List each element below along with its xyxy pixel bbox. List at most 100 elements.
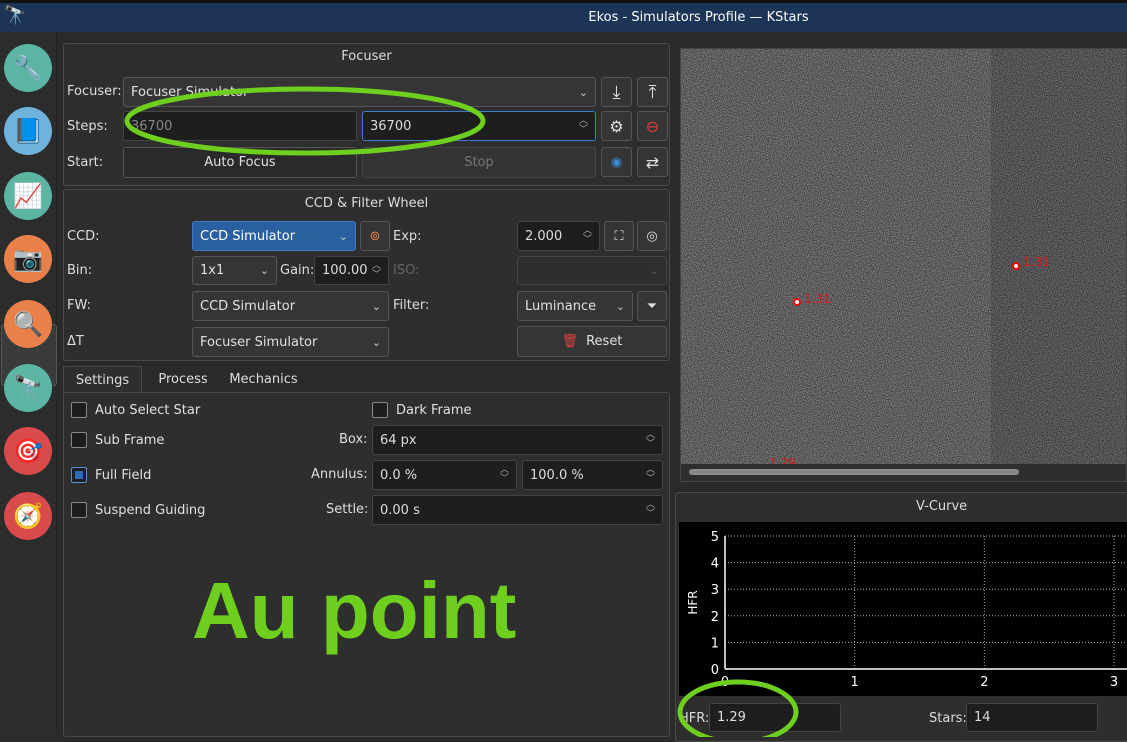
setup-tools-icon[interactable]: 🔧: [4, 44, 52, 92]
chevron-down-icon: ⌄: [338, 229, 348, 243]
bin-value: 1x1: [200, 263, 225, 278]
ccd-label: CCD:: [67, 229, 100, 244]
y-axis-label: HFR: [686, 590, 700, 614]
bin-label: Bin:: [67, 263, 93, 278]
annulus-outer-spinbox[interactable]: 100.0 % ︿ ﹀: [522, 460, 663, 490]
view-options-button[interactable]: ◎: [637, 221, 667, 251]
focuser-select[interactable]: Focuser Simulator ⌄: [123, 77, 596, 107]
settle-value: 0.00 s: [380, 502, 420, 518]
spin-arrows-icon[interactable]: ︿ ﹀: [579, 117, 588, 135]
checkbox-box[interactable]: [71, 402, 87, 418]
gain-value: 100.00: [322, 263, 368, 278]
ccd-select[interactable]: CCD Simulator ⌄: [192, 221, 356, 251]
hfr-value-field: 1.29: [709, 703, 841, 732]
checkbox-box-checked[interactable]: [71, 467, 87, 483]
auto-select-star-checkbox[interactable]: Auto Select Star: [71, 402, 200, 418]
analyze-chart-icon[interactable]: 📈: [4, 172, 52, 220]
ccd-options-button[interactable]: ⊚: [360, 221, 390, 251]
frame-button[interactable]: ⛶: [604, 221, 634, 251]
guide-compass-icon[interactable]: 🧭: [4, 492, 52, 540]
annotation-au-point: Au point: [192, 566, 517, 655]
iso-label: ISO:: [393, 263, 420, 278]
capture-frame-button[interactable]: ◉: [601, 147, 632, 177]
filter-select[interactable]: Luminance ⌄: [517, 291, 633, 321]
delta-t-label: ΔT: [67, 334, 84, 349]
scrollbar-thumb[interactable]: [689, 469, 1019, 475]
full-field-checkbox[interactable]: Full Field: [71, 467, 151, 483]
checkbox-box[interactable]: [372, 402, 388, 418]
settle-spinbox[interactable]: 0.00 s ︿ ﹀: [372, 495, 663, 525]
filter-label: Filter:: [393, 298, 430, 313]
horizontal-scrollbar[interactable]: [681, 464, 1126, 481]
focuser-label: Focuser:: [67, 84, 122, 99]
title-bar: 🔭 Ekos - Simulators Profile — KStars: [0, 0, 1127, 32]
suspend-guiding-checkbox[interactable]: Suspend Guiding: [71, 502, 205, 518]
camera-icon: ◉: [610, 154, 623, 170]
mount-tripod-icon[interactable]: 🔭: [4, 364, 52, 412]
loop-button[interactable]: ⇄: [637, 147, 668, 177]
focuser-value: Focuser Simulator: [131, 84, 249, 100]
y-tick-label: 0: [711, 663, 719, 678]
sub-frame-checkbox[interactable]: Sub Frame: [71, 432, 164, 448]
spin-arrows-icon[interactable]: ︿ ﹀: [646, 431, 655, 449]
stop-button[interactable]: Stop: [362, 147, 596, 178]
filter-value: Luminance: [525, 298, 597, 314]
chart-background: [679, 522, 1127, 696]
star-hfr-label: 1.31: [1023, 255, 1050, 269]
box-size-spinbox[interactable]: 64 px ︿ ﹀: [372, 425, 663, 455]
y-tick-label: 2: [711, 610, 719, 625]
align-target-icon[interactable]: 🎯: [4, 427, 52, 475]
bin-select[interactable]: 1x1 ⌄: [192, 256, 277, 285]
full-field-label: Full Field: [95, 467, 152, 483]
dark-frame-label: Dark Frame: [396, 402, 472, 418]
annulus-inner-spinbox[interactable]: 0.0 % ︿ ﹀: [372, 460, 517, 490]
star-marker[interactable]: [793, 298, 801, 306]
x-tick-label: 0: [721, 675, 729, 690]
spin-arrows-icon[interactable]: ︿ ﹀: [583, 227, 592, 245]
filter-wheel-select[interactable]: CCD Simulator ⌄: [192, 291, 389, 321]
ccd-group-title: CCD & Filter Wheel: [304, 196, 429, 211]
focus-out-button[interactable]: ⤒: [637, 77, 668, 107]
trash-icon: 🗑: [561, 334, 579, 349]
ccd-device-icon: ⊚: [369, 228, 381, 244]
gain-spinbox[interactable]: 100.00 ︿ ﹀: [314, 256, 389, 285]
steps-label: Steps:: [67, 119, 108, 134]
x-tick-label: 1: [851, 675, 859, 690]
abort-move-button[interactable]: ⊖: [637, 111, 668, 141]
focus-magnifier-icon[interactable]: 🔍: [4, 300, 52, 348]
stop-circle-icon: ⊖: [645, 116, 660, 136]
tab-settings[interactable]: Settings: [63, 366, 142, 393]
temperature-source-select[interactable]: Focuser Simulator ⌄: [192, 327, 389, 357]
goto-steps-button[interactable]: ⚙: [601, 111, 632, 141]
capture-camera-icon[interactable]: 📷: [4, 235, 52, 283]
checkbox-box[interactable]: [71, 502, 87, 518]
chevron-down-icon: ⌄: [371, 299, 381, 313]
filter-settings-button[interactable]: ⏷: [637, 291, 667, 321]
gear-play-icon: ⚙: [609, 116, 624, 136]
tab-mechanics[interactable]: Mechanics: [222, 366, 305, 393]
star-marker[interactable]: [1012, 262, 1020, 270]
auto-focus-button[interactable]: Auto Focus: [123, 147, 357, 178]
tab-process[interactable]: Process: [148, 366, 218, 393]
settle-label: Settle:: [326, 502, 369, 517]
target-steps-value: 36700: [370, 118, 412, 134]
target-steps-spinbox[interactable]: 36700 ︿ ﹀: [362, 111, 596, 141]
exposure-spinbox[interactable]: 2.000 ︿ ﹀: [517, 221, 600, 251]
focus-image-view[interactable]: 1.31 1.31 1.29: [680, 48, 1127, 482]
focuser-group: Focuser Focuser: Focuser Simulator ⌄ ⤓ ⤒ …: [63, 43, 670, 186]
spin-arrows-icon[interactable]: ︿ ﹀: [500, 466, 509, 484]
dark-frame-checkbox[interactable]: Dark Frame: [372, 402, 472, 418]
chevron-down-icon: ⌄: [615, 299, 625, 313]
stars-label: Stars:: [929, 711, 967, 726]
chevron-down-icon: ⌄: [649, 264, 659, 277]
spin-arrows-icon[interactable]: ︿ ﹀: [372, 261, 381, 280]
reset-button[interactable]: 🗑 Reset: [517, 326, 667, 357]
focus-in-button[interactable]: ⤓: [601, 77, 632, 107]
scheduler-book-icon[interactable]: 📘: [4, 107, 52, 155]
spin-arrows-icon[interactable]: ︿ ﹀: [646, 501, 655, 519]
iso-select[interactable]: ⌄: [517, 256, 667, 285]
checkbox-box[interactable]: [71, 432, 87, 448]
spin-arrows-icon[interactable]: ︿ ﹀: [646, 466, 655, 484]
star-field-noise: [681, 49, 1126, 464]
arrow-up-icon: ⤒: [648, 81, 657, 103]
